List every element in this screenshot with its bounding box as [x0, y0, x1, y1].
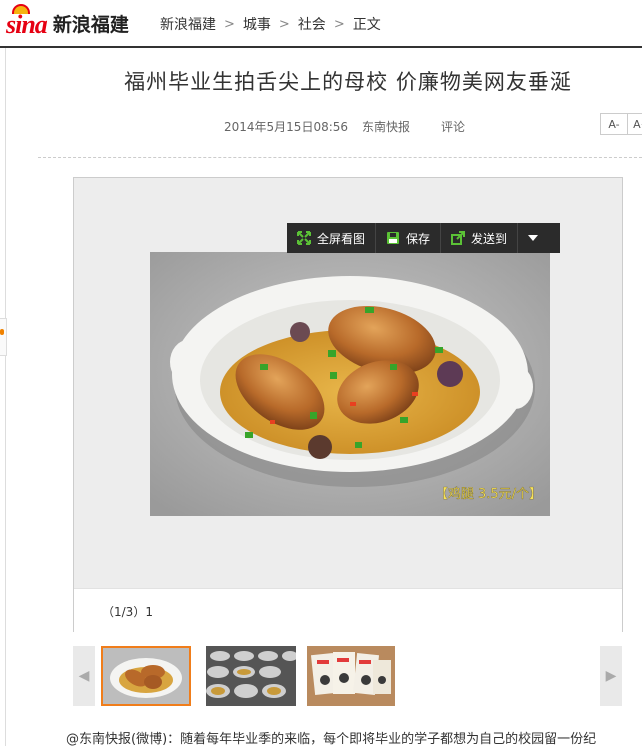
- chevron-right-icon: >: [333, 16, 345, 32]
- save-button[interactable]: 保存: [376, 223, 442, 253]
- source-weibo-link[interactable]: @东南快报(微博): [66, 732, 167, 747]
- thumbnail-1[interactable]: [101, 646, 191, 706]
- send-to-label: 发送到: [471, 231, 508, 246]
- share-icon: [451, 231, 466, 245]
- fullscreen-icon: [297, 231, 311, 245]
- font-decrease-button[interactable]: A-: [600, 113, 628, 135]
- chevron-right-icon: ▶: [605, 668, 617, 684]
- side-tab-icon: [0, 329, 4, 335]
- article-datetime: 2014年5月15日08:56: [224, 120, 349, 134]
- caret-down-icon: [528, 235, 539, 241]
- chevron-left-icon: ◀: [78, 668, 90, 684]
- photo-toolbar: 全屏看图 保存 发送到: [287, 223, 560, 253]
- menu-cards-thumb-icon: [307, 646, 395, 706]
- photo-caption-bar: （1/3）1: [74, 588, 622, 632]
- logo-eye-icon: [12, 4, 30, 14]
- photo-caption: （1/3）1: [102, 605, 153, 619]
- thumb-prev-button[interactable]: ◀: [73, 646, 95, 706]
- page-edge-divider: [5, 48, 6, 746]
- fullscreen-button[interactable]: 全屏看图: [287, 223, 377, 253]
- header-divider: [38, 157, 642, 158]
- page-title: 福州毕业生拍舌尖上的母校 价廉物美网友垂涎: [124, 70, 572, 94]
- article-body: @东南快报(微博)：随着每年毕业季的来临，每个即将毕业的学子都想为自己的校园留一…: [66, 728, 642, 747]
- logo-site-name: 新浪福建: [52, 14, 129, 36]
- save-icon: [387, 232, 400, 244]
- save-label: 保存: [406, 231, 431, 246]
- main-photo[interactable]: 【鸡腿 3.5元/个】: [150, 252, 550, 516]
- chicken-dish-thumb-icon: [103, 648, 189, 704]
- comments-link[interactable]: 评论: [441, 118, 465, 135]
- logo-wordmark: sina: [6, 4, 48, 40]
- breadcrumb: 新浪福建 > 城事 > 社会 > 正文: [160, 14, 381, 34]
- breadcrumb-society[interactable]: 社会: [298, 14, 326, 34]
- breadcrumb-current: 正文: [352, 17, 381, 33]
- thumbnail-3[interactable]: [307, 646, 397, 706]
- canteen-trays-thumb-icon: [206, 646, 296, 706]
- font-increase-button[interactable]: A+: [628, 113, 642, 135]
- sina-logo[interactable]: sina 新浪福建: [6, 4, 129, 40]
- top-bar: sina 新浪福建 新浪福建 > 城事 > 社会 > 正文: [0, 0, 642, 48]
- thumb-next-button[interactable]: ▶: [600, 646, 622, 706]
- fullscreen-label: 全屏看图: [317, 231, 366, 246]
- chevron-right-icon: >: [224, 16, 235, 32]
- send-to-dropdown[interactable]: [518, 223, 548, 253]
- article-source[interactable]: 东南快报: [362, 118, 410, 135]
- side-float-tab[interactable]: [0, 318, 7, 356]
- thumbnail-2[interactable]: [206, 646, 296, 706]
- article-paragraph: ：随着每年毕业季的来临，每个即将毕业的学子都想为自己的校园留一份纪: [167, 732, 597, 747]
- chevron-right-icon: >: [278, 16, 290, 32]
- breadcrumb-home[interactable]: 新浪福建: [160, 14, 216, 34]
- breadcrumb-city[interactable]: 城事: [243, 14, 271, 34]
- photo-price-overlay: 【鸡腿 3.5元/个】: [435, 486, 542, 502]
- font-size-controls: A- A+: [600, 113, 642, 135]
- send-to-button[interactable]: 发送到: [441, 223, 519, 253]
